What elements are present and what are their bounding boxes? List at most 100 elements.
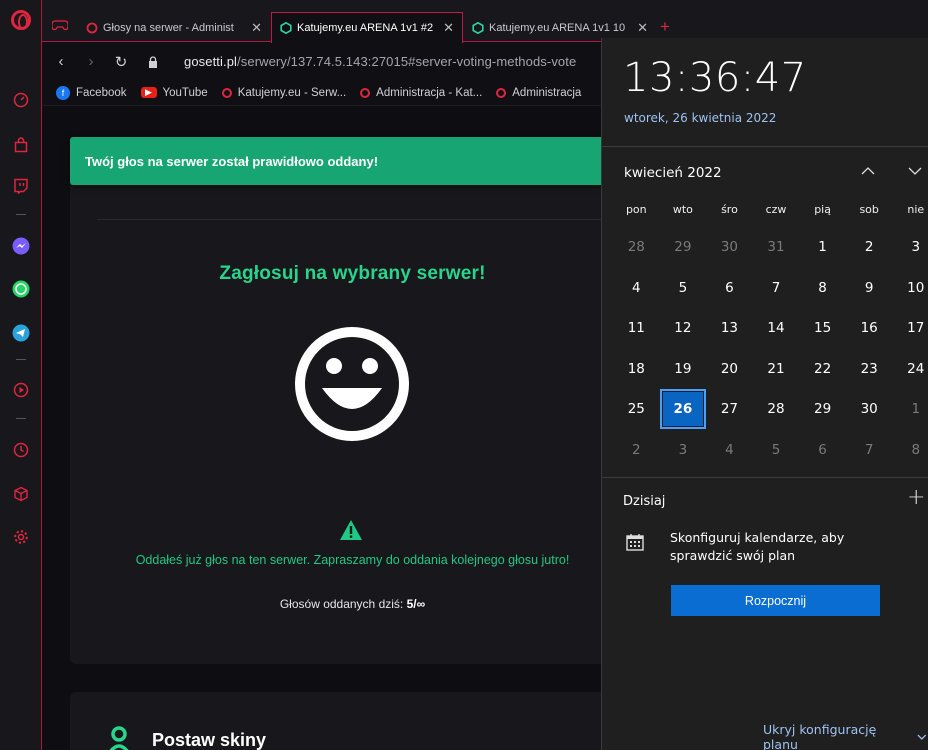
settings-gear-icon[interactable] [11, 527, 31, 547]
weekday-header: pon wto śro czw pią sob nie [613, 203, 928, 219]
day-cell-today[interactable]: 26 [659, 389, 707, 430]
day-cell[interactable]: 22 [799, 349, 846, 389]
day-cell[interactable]: 5 [660, 268, 707, 308]
skins-heading: Postaw skiny [152, 730, 267, 750]
browser-sidebar [0, 0, 42, 750]
date-link[interactable]: wtorek, 26 kwietnia 2022 [624, 111, 776, 125]
day-cell[interactable]: 4 [613, 268, 660, 308]
speed-dial-icon[interactable] [11, 90, 31, 110]
hide-plan-link[interactable]: Ukryj konfigurację planu [763, 722, 928, 750]
opera-favicon-icon [496, 87, 507, 98]
day-cell[interactable]: 20 [706, 349, 753, 389]
clock-time: 13:36:47 [623, 55, 807, 101]
bookmark-administracja-2[interactable]: Administracja [496, 87, 581, 99]
opera-logo-icon[interactable] [11, 10, 31, 30]
weekday-label: pon [625, 203, 647, 216]
day-cell[interactable]: 9 [846, 268, 893, 308]
bookmark-facebook[interactable]: f Facebook [56, 85, 127, 100]
day-cell[interactable]: 30 [706, 227, 753, 267]
extensions-icon[interactable] [11, 484, 31, 504]
telegram-icon[interactable] [11, 323, 31, 343]
close-icon[interactable]: ✕ [443, 20, 454, 36]
day-cell[interactable]: 17 [892, 308, 928, 348]
day-cell[interactable]: 28 [613, 227, 660, 267]
add-event-plus-icon[interactable]: + [907, 485, 925, 510]
day-cell[interactable]: 8 [892, 430, 928, 470]
whatsapp-icon[interactable] [11, 279, 31, 299]
day-cell[interactable]: 31 [753, 227, 800, 267]
bookmark-youtube[interactable]: ▶ YouTube [140, 87, 208, 99]
day-cell[interactable]: 16 [846, 308, 893, 348]
tab-glosy[interactable]: Głosy na serwer - Administ ✕ [78, 13, 270, 42]
lock-icon[interactable] [148, 55, 158, 68]
already-voted-message: Oddałeś już głos na ten serwer. Zaprasza… [135, 553, 570, 567]
day-cell[interactable]: 27 [706, 389, 753, 429]
bookmark-administracja-1[interactable]: Administracja - Kat... [360, 87, 482, 99]
day-cell[interactable]: 28 [753, 389, 800, 429]
history-icon[interactable] [11, 440, 31, 460]
day-cell[interactable]: 7 [753, 268, 800, 308]
day-cell[interactable]: 12 [660, 308, 707, 348]
day-cell[interactable]: 6 [706, 268, 753, 308]
day-cell[interactable]: 24 [892, 349, 928, 389]
close-icon[interactable]: ✕ [251, 20, 262, 36]
gamepad-icon[interactable] [52, 19, 68, 31]
day-cell[interactable]: 5 [753, 430, 800, 470]
day-cell[interactable]: 15 [799, 308, 846, 348]
chevron-down-icon[interactable] [906, 162, 924, 180]
votes-today: Głosów oddanych dziś: 5/∞ [70, 597, 602, 611]
url-field[interactable]: gosetti.pl/serwery/137.74.5.143:27015#se… [184, 54, 576, 69]
chevron-up-icon[interactable] [859, 162, 877, 180]
twitch-icon[interactable] [11, 176, 31, 196]
day-cell[interactable]: 18 [613, 349, 660, 389]
day-cell[interactable]: 3 [660, 430, 707, 470]
shopping-icon[interactable] [11, 135, 31, 155]
close-icon[interactable]: ✕ [637, 20, 648, 36]
day-cell[interactable]: 8 [799, 268, 846, 308]
day-cell[interactable]: 29 [799, 389, 846, 429]
url-path: /serwery/137.74.5.143:27015#server-votin… [237, 54, 577, 69]
day-cell[interactable]: 1 [799, 227, 846, 267]
day-cell[interactable]: 4 [706, 430, 753, 470]
reload-icon[interactable]: ↻ [110, 53, 132, 71]
day-cell[interactable]: 2 [613, 430, 660, 470]
day-cell[interactable]: 14 [753, 308, 800, 348]
day-cell[interactable]: 23 [846, 349, 893, 389]
day-cell[interactable]: 2 [846, 227, 893, 267]
back-chevron-icon[interactable]: ‹ [50, 53, 72, 70]
day-cell[interactable]: 7 [846, 430, 893, 470]
tab-arena-2[interactable]: Katujemy.eu ARENA 1v1 #2 ✕ [271, 12, 463, 43]
address-bar: ‹ › ↻ gosetti.pl/serwery/137.74.5.143:27… [42, 43, 602, 80]
day-cell[interactable]: 29 [660, 227, 707, 267]
month-label[interactable]: kwiecień 2022 [624, 165, 722, 181]
divider [602, 146, 928, 147]
weekday-label: czw [765, 203, 787, 216]
success-alert: Twój głos na serwer został prawidłowo od… [70, 137, 602, 185]
weekday-label: wto [672, 203, 693, 216]
weekday-label: śro [721, 203, 738, 216]
day-cell[interactable]: 1 [892, 389, 928, 429]
day-cell[interactable]: 10 [892, 268, 928, 308]
forward-chevron-icon[interactable]: › [80, 53, 102, 70]
player-icon[interactable] [11, 380, 31, 400]
messenger-icon[interactable] [11, 236, 31, 256]
calendar-week: 28 29 30 31 1 2 3 [613, 227, 928, 268]
day-cell[interactable]: 6 [799, 430, 846, 470]
day-cell[interactable]: 30 [846, 389, 893, 429]
tab-label: Katujemy.eu ARENA 1v1 10 [489, 21, 626, 34]
configure-calendars-text: Skonfiguruj kalendarze, aby sprawdzić sw… [670, 530, 845, 563]
calendar-week: 18 19 20 21 22 23 24 [613, 349, 928, 390]
today-label: Dzisiaj [623, 494, 666, 509]
bookmark-katujemy[interactable]: Katujemy.eu - Serw... [221, 87, 346, 99]
calendar-week: 11 12 13 14 15 16 17 [613, 308, 928, 349]
start-button[interactable]: Rozpocznij [671, 585, 880, 616]
web-page: Twój głos na serwer został prawidłowo od… [42, 106, 602, 750]
day-cell[interactable]: 11 [613, 308, 660, 348]
tab-strip: Głosy na serwer - Administ ✕ Katujemy.eu… [42, 0, 928, 43]
day-cell[interactable]: 13 [706, 308, 753, 348]
day-cell[interactable]: 3 [892, 227, 928, 267]
new-tab-plus-icon[interactable]: + [660, 17, 670, 37]
day-cell[interactable]: 25 [613, 389, 660, 429]
day-cell[interactable]: 19 [660, 349, 707, 389]
day-cell[interactable]: 21 [753, 349, 800, 389]
